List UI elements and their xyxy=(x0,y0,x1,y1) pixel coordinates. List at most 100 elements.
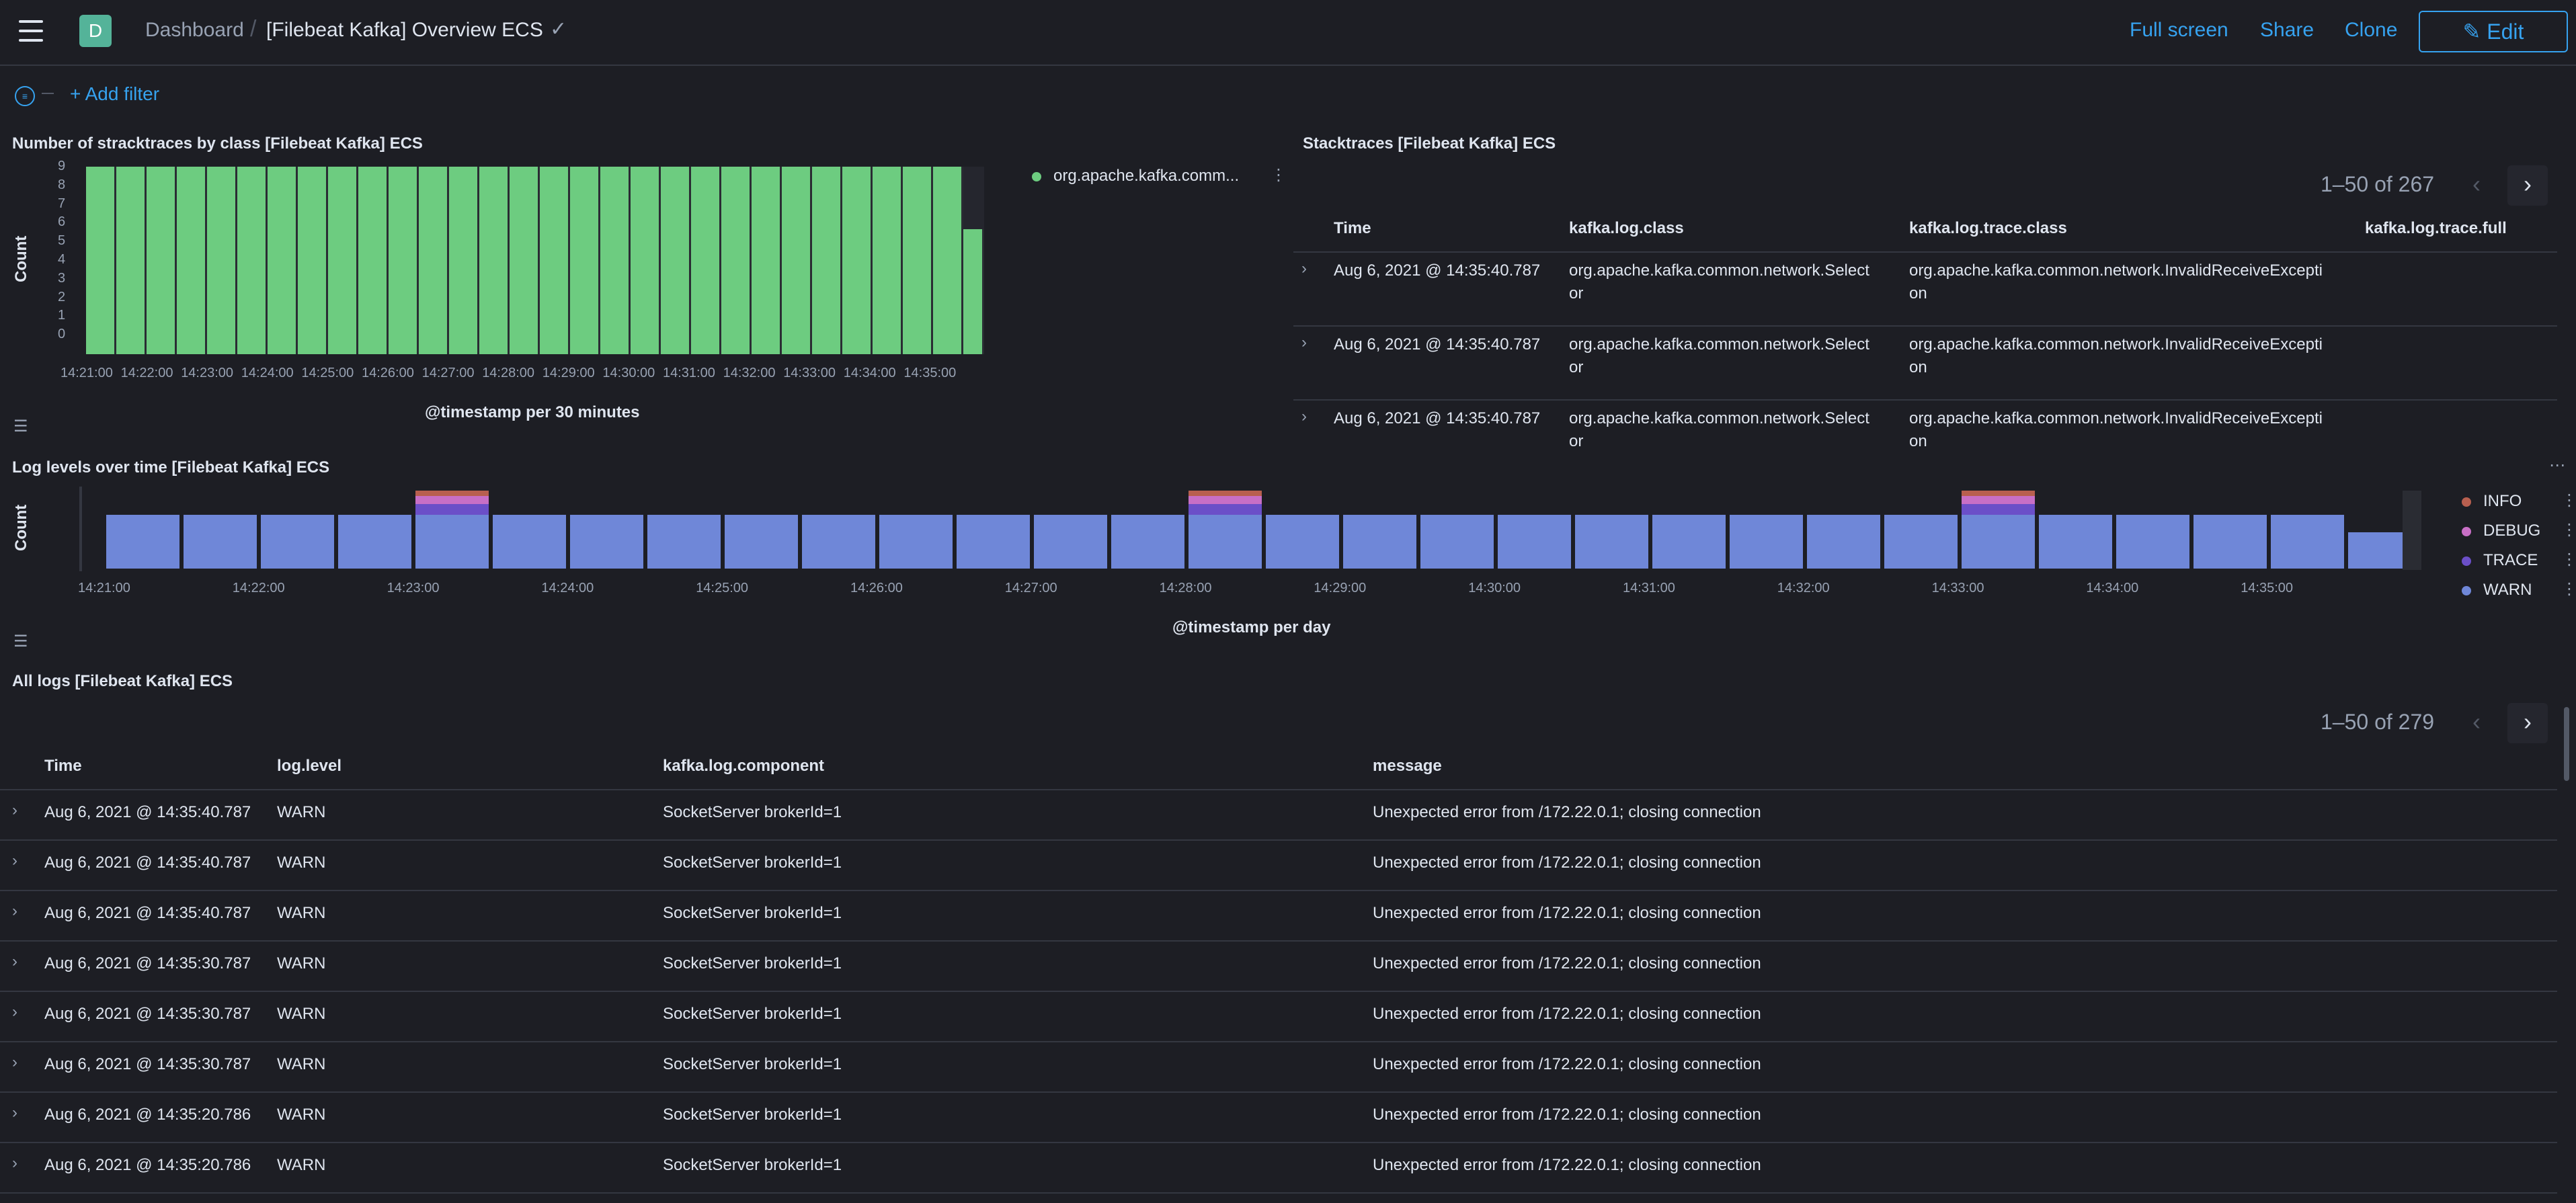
bar[interactable] xyxy=(389,167,419,354)
bar[interactable] xyxy=(207,167,237,354)
bar[interactable] xyxy=(661,167,691,354)
edit-button[interactable]: ✎ Edit xyxy=(2419,11,2568,52)
bar-warn[interactable] xyxy=(184,515,257,569)
bar[interactable] xyxy=(933,167,963,354)
chevron-right-icon[interactable]: › xyxy=(12,952,17,971)
chevron-right-icon[interactable]: › xyxy=(1301,259,1307,278)
bar-debug[interactable] xyxy=(415,496,489,504)
table-row[interactable]: › Aug 6, 2021 @ 14:35:30.787 WARN SocketSer… xyxy=(0,942,2557,991)
bar[interactable] xyxy=(631,167,661,354)
bar[interactable] xyxy=(903,167,933,354)
chevron-right-icon[interactable]: › xyxy=(12,852,17,870)
bar-warn[interactable] xyxy=(1962,515,2035,569)
bar[interactable] xyxy=(691,167,721,354)
chevron-right-icon[interactable]: › xyxy=(12,1053,17,1072)
full-screen-button[interactable]: Full screen xyxy=(2130,19,2228,42)
column-header-message[interactable]: message xyxy=(1373,757,1442,776)
bar-warn[interactable] xyxy=(1034,515,1107,569)
breadcrumb-dashboard[interactable]: Dashboard xyxy=(145,19,244,42)
menu-icon[interactable] xyxy=(19,20,44,43)
bar[interactable] xyxy=(237,167,268,354)
bar[interactable] xyxy=(600,167,631,354)
bar-warn[interactable] xyxy=(879,515,953,569)
bar[interactable] xyxy=(479,167,510,354)
bar-warn[interactable] xyxy=(1807,515,1880,569)
chevron-left-icon[interactable]: ‹ xyxy=(2456,703,2497,743)
column-header-component[interactable]: kafka.log.component xyxy=(663,757,824,776)
bar-warn[interactable] xyxy=(1111,515,1184,569)
bar[interactable] xyxy=(177,167,207,354)
bar-warn[interactable] xyxy=(725,515,798,569)
chevron-right-icon[interactable]: › xyxy=(2507,703,2548,743)
bar-warn[interactable] xyxy=(957,515,1030,569)
bar-warn[interactable] xyxy=(1884,515,1958,569)
legend-item[interactable]: INFO xyxy=(2483,492,2522,511)
legend-item[interactable]: org.apache.kafka.comm... xyxy=(1053,167,1239,185)
chevron-right-icon[interactable]: › xyxy=(12,801,17,820)
table-row[interactable]: › Aug 6, 2021 @ 14:35:40.787 WARN SocketSer… xyxy=(0,891,2557,940)
legend-item[interactable]: TRACE xyxy=(2483,551,2538,570)
chevron-right-icon[interactable]: › xyxy=(12,1003,17,1022)
table-row[interactable]: › Aug 6, 2021 @ 14:35:20.786 WARN SocketSer… xyxy=(0,1093,2557,1142)
bar[interactable] xyxy=(570,167,600,354)
bar-warn[interactable] xyxy=(2348,532,2403,569)
bar-warn[interactable] xyxy=(415,515,489,569)
chevron-right-icon[interactable]: › xyxy=(12,1104,17,1122)
legend-menu-icon[interactable]: ⋮ xyxy=(2561,579,2576,599)
bar[interactable] xyxy=(147,167,177,354)
share-button[interactable]: Share xyxy=(2260,19,2314,42)
legend-item[interactable]: WARN xyxy=(2483,581,2532,599)
table-row[interactable]: › Aug 6, 2021 @ 14:35:30.787 WARN SocketSer… xyxy=(0,1042,2557,1091)
bar[interactable] xyxy=(358,167,389,354)
bar-trace[interactable] xyxy=(1189,504,1262,515)
bar-warn[interactable] xyxy=(802,515,875,569)
table-row[interactable]: › Aug 6, 2021 @ 14:35:40.787 org.apache.… xyxy=(1293,327,2557,399)
table-row[interactable]: › Aug 6, 2021 @ 14:35:30.787 WARN SocketSer… xyxy=(0,992,2557,1041)
clone-button[interactable]: Clone xyxy=(2345,19,2397,42)
bar[interactable] xyxy=(268,167,298,354)
list-icon[interactable]: ☰ xyxy=(13,417,28,436)
bar[interactable] xyxy=(328,167,358,354)
bar-warn[interactable] xyxy=(1343,515,1416,569)
bar[interactable] xyxy=(782,167,812,354)
chevron-down-icon[interactable]: ✓ xyxy=(550,17,567,41)
table-row[interactable]: › Aug 6, 2021 @ 14:35:40.787 org.apache.… xyxy=(1293,253,2557,327)
bar[interactable] xyxy=(86,167,116,354)
column-header-log-level[interactable]: log.level xyxy=(277,757,341,776)
bar[interactable] xyxy=(842,167,873,354)
bar-warn[interactable] xyxy=(2271,515,2344,569)
column-header-class[interactable]: kafka.log.class xyxy=(1569,219,1684,238)
bar[interactable] xyxy=(963,229,984,354)
panel-menu-icon[interactable]: ⋮ xyxy=(1271,165,1287,185)
chevron-right-icon[interactable]: › xyxy=(2507,165,2548,206)
chevron-right-icon[interactable]: › xyxy=(1301,333,1307,352)
legend-item[interactable]: DEBUG xyxy=(2483,522,2540,540)
bar-warn[interactable] xyxy=(2116,515,2189,569)
chevron-left-icon[interactable]: ‹ xyxy=(2456,165,2497,206)
space-avatar[interactable]: D xyxy=(79,15,112,47)
list-icon[interactable]: ☰ xyxy=(13,632,28,651)
panel-menu-icon[interactable]: ⋯ xyxy=(2549,456,2565,475)
bar-warn[interactable] xyxy=(1266,515,1339,569)
bar-warn[interactable] xyxy=(1575,515,1648,569)
bar-warn[interactable] xyxy=(1652,515,1726,569)
add-filter-button[interactable]: + Add filter xyxy=(70,83,159,105)
bar[interactable] xyxy=(540,167,570,354)
legend-menu-icon[interactable]: ⋮ xyxy=(2561,491,2576,510)
bar[interactable] xyxy=(721,167,752,354)
bar-debug[interactable] xyxy=(1962,496,2035,504)
bar-trace[interactable] xyxy=(415,504,489,515)
table-row[interactable]: › Aug 6, 2021 @ 14:35:40.787 org.apache.… xyxy=(1293,401,2557,448)
bar-debug[interactable] xyxy=(1189,496,1262,504)
bar-warn[interactable] xyxy=(1189,515,1262,569)
bar-trace[interactable] xyxy=(1962,504,2035,515)
bar[interactable] xyxy=(812,167,842,354)
column-header-trace-class[interactable]: kafka.log.trace.class xyxy=(1909,219,2067,238)
bar-warn[interactable] xyxy=(338,515,411,569)
bar[interactable] xyxy=(449,167,479,354)
bar-warn[interactable] xyxy=(261,515,334,569)
bar-warn[interactable] xyxy=(2039,515,2112,569)
table-row[interactable]: › Aug 6, 2021 @ 14:35:20.786 WARN SocketSer… xyxy=(0,1143,2557,1192)
bar-info[interactable] xyxy=(415,491,489,496)
bar-warn[interactable] xyxy=(1730,515,1803,569)
